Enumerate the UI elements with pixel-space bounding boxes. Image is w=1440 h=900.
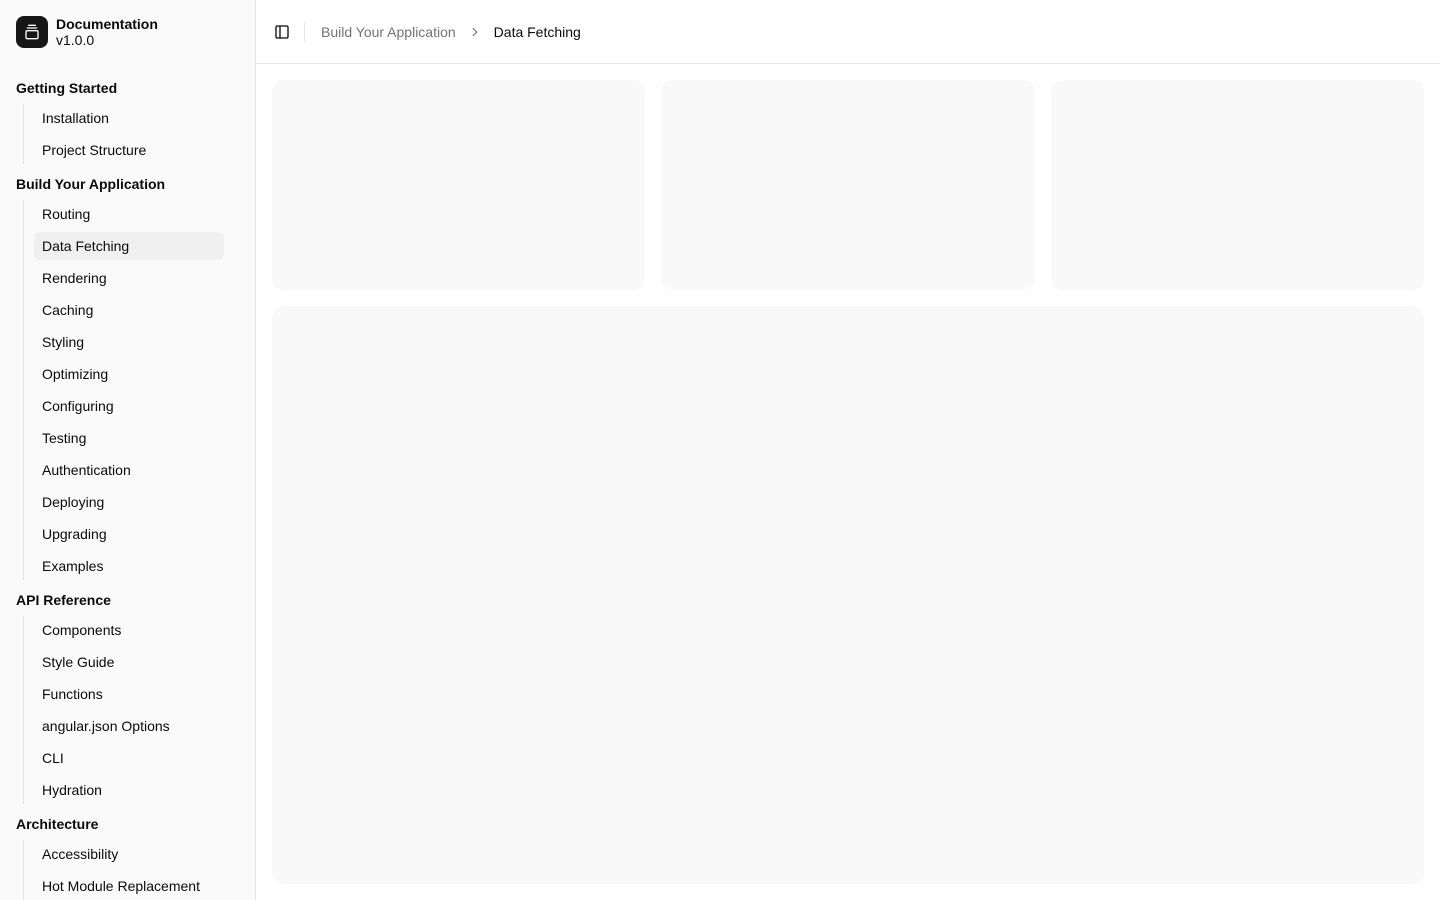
breadcrumb-link[interactable]: Build Your Application: [321, 24, 456, 40]
brand[interactable]: Documentation v1.0.0: [16, 16, 158, 48]
sidebar-item-rendering[interactable]: Rendering: [34, 264, 224, 292]
brand-version: v1.0.0: [56, 32, 95, 48]
brand-title: Documentation: [56, 16, 158, 32]
sidebar-item-components[interactable]: Components: [34, 616, 224, 644]
nav-sub-list: Routing Data Fetching Rendering Caching …: [23, 200, 224, 580]
sidebar-item-examples[interactable]: Examples: [34, 552, 224, 580]
nav-group-build-your-application: Build Your Application Routing Data Fetc…: [0, 168, 255, 580]
sidebar-item-project-structure[interactable]: Project Structure: [34, 136, 224, 164]
sidebar-item-routing[interactable]: Routing: [34, 200, 224, 228]
breadcrumb: Build Your Application Data Fetching: [321, 22, 581, 42]
top-header: Build Your Application Data Fetching: [256, 0, 1440, 64]
sidebar-nav: Getting Started Installation Project Str…: [0, 72, 255, 900]
sidebar: Documentation v1.0.0 Getting Started Ins…: [0, 0, 256, 900]
chevron-right-icon: [468, 25, 482, 39]
nav-group-getting-started: Getting Started Installation Project Str…: [0, 72, 255, 164]
placeholder-card: [1051, 80, 1424, 290]
nav-group-architecture: Architecture Accessibility Hot Module Re…: [0, 808, 255, 900]
nav-group-label[interactable]: Architecture: [0, 808, 255, 840]
sidebar-toggle-button[interactable]: [272, 22, 292, 42]
placeholder-panel: [272, 306, 1424, 884]
placeholder-card: [272, 80, 645, 290]
sidebar-item-data-fetching[interactable]: Data Fetching: [34, 232, 224, 260]
sidebar-item-functions[interactable]: Functions: [34, 680, 224, 708]
sidebar-item-deploying[interactable]: Deploying: [34, 488, 224, 516]
header-divider: [304, 23, 305, 41]
breadcrumb-current-page: Data Fetching: [493, 24, 581, 40]
sidebar-item-hot-module-replacement[interactable]: Hot Module Replacement: [34, 872, 224, 900]
nav-group-label[interactable]: Getting Started: [0, 72, 255, 104]
nav-sub-list: Accessibility Hot Module Replacement: [23, 840, 224, 900]
nav-group-api-reference: API Reference Components Style Guide Fun…: [0, 584, 255, 804]
sidebar-item-configuring[interactable]: Configuring: [34, 392, 224, 420]
sidebar-item-optimizing[interactable]: Optimizing: [34, 360, 224, 388]
sidebar-item-accessibility[interactable]: Accessibility: [34, 840, 224, 868]
sidebar-item-angular-json-options[interactable]: angular.json Options: [34, 712, 224, 740]
nav-group-label[interactable]: API Reference: [0, 584, 255, 616]
sidebar-item-testing[interactable]: Testing: [34, 424, 224, 452]
sidebar-item-styling[interactable]: Styling: [34, 328, 224, 356]
sidebar-item-style-guide[interactable]: Style Guide: [34, 648, 224, 676]
nav-group-label[interactable]: Build Your Application: [0, 168, 255, 200]
sidebar-item-upgrading[interactable]: Upgrading: [34, 520, 224, 548]
placeholder-card: [661, 80, 1035, 290]
nav-sub-list: Installation Project Structure: [23, 104, 224, 164]
sidebar-item-cli[interactable]: CLI: [34, 744, 224, 772]
sidebar-item-authentication[interactable]: Authentication: [34, 456, 224, 484]
nav-sub-list: Components Style Guide Functions angular…: [23, 616, 224, 804]
sidebar-item-installation[interactable]: Installation: [34, 104, 224, 132]
gallery-vertical-end-icon: [16, 16, 48, 48]
panel-left-icon: [275, 25, 289, 39]
sidebar-item-hydration[interactable]: Hydration: [34, 776, 224, 804]
sidebar-item-caching[interactable]: Caching: [34, 296, 224, 324]
